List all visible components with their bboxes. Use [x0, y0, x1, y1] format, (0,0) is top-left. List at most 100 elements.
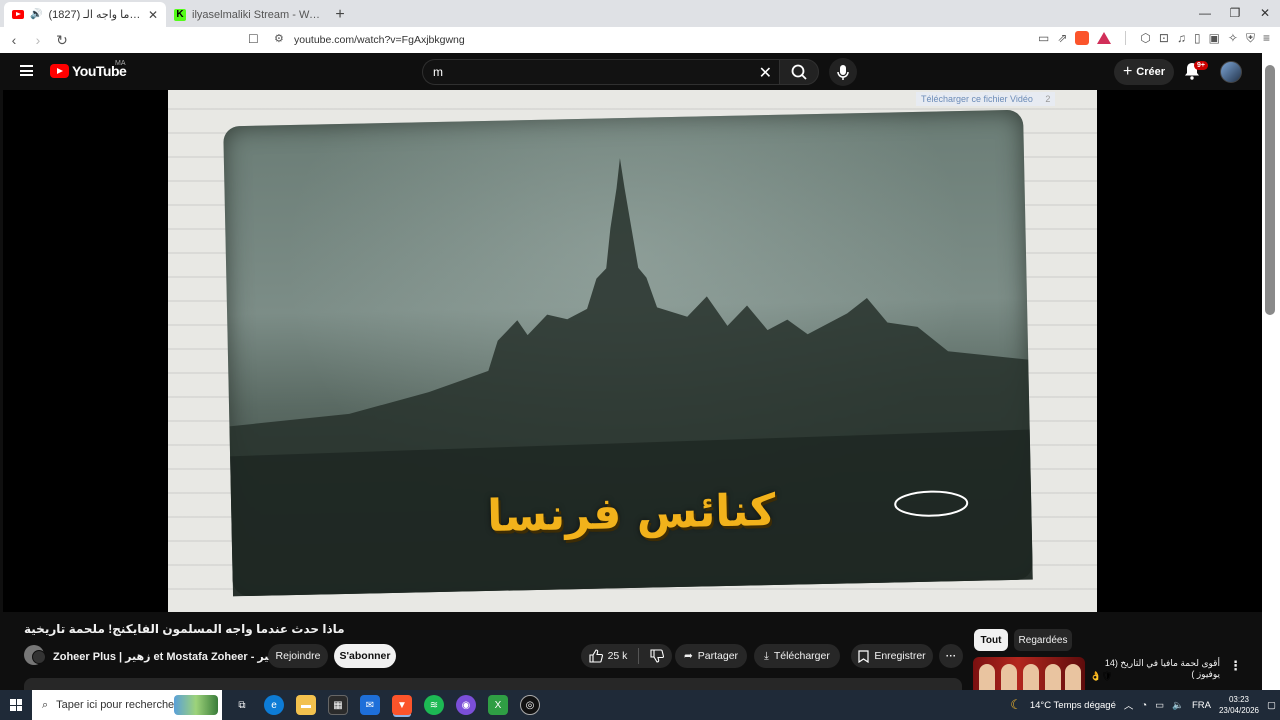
minimize-button[interactable]: —: [1190, 0, 1220, 27]
vintage-photo: كنائس فرنسا: [223, 109, 1033, 597]
join-button[interactable]: Rejoindre: [268, 644, 328, 668]
pinned-apps: ⧉ e ▬ ▦ ✉ ▼ ≋ ◉ X ◎: [232, 695, 540, 715]
collab-channel-avatar[interactable]: [32, 650, 46, 664]
extensions-icon[interactable]: ⬡: [1140, 31, 1150, 46]
close-tab-icon[interactable]: ✕: [148, 8, 158, 22]
thumbs-up-icon[interactable]: [589, 649, 603, 663]
reload-button[interactable]: ↻: [52, 32, 72, 49]
file-explorer-icon[interactable]: ▬: [296, 695, 316, 715]
taskbar-search-placeholder: Taper ici pour rechercher: [56, 699, 178, 711]
task-view-icon[interactable]: ⧉: [232, 695, 252, 715]
browser-tab-strip: 🔊 (1827) ماذا حدث عندما واجه الـ ✕ K ily…: [0, 0, 1280, 27]
thumbs-down-icon[interactable]: [650, 649, 665, 663]
sidebar-icon[interactable]: ▯: [1194, 31, 1201, 46]
chip-watched[interactable]: Regardées: [1014, 629, 1072, 651]
new-tab-button[interactable]: +: [328, 2, 352, 27]
url-field[interactable]: youtube.com/watch?v=FgAxjbkgwng: [294, 34, 465, 46]
divider: [638, 648, 640, 664]
menu-icon[interactable]: ≡: [1263, 31, 1270, 46]
audio-icon[interactable]: 🔊: [30, 9, 42, 20]
recommendation-menu-icon[interactable]: ⋮: [1229, 658, 1242, 674]
excel-icon[interactable]: X: [488, 695, 508, 715]
language-indicator[interactable]: FRA: [1192, 700, 1211, 711]
edge-icon[interactable]: e: [264, 695, 284, 715]
maximize-button[interactable]: ❐: [1220, 0, 1250, 27]
search-icon: [791, 64, 807, 80]
close-window-button[interactable]: ✕: [1250, 0, 1280, 27]
kick-icon: K: [174, 8, 186, 21]
download-video-hint[interactable]: Télécharger ce fichier Vidéo 2: [916, 92, 1056, 106]
create-button[interactable]: + Créer: [1114, 59, 1174, 85]
share-page-icon[interactable]: ⇗: [1057, 31, 1067, 46]
brave-shields-icon[interactable]: [1075, 31, 1090, 45]
share-button[interactable]: ➦ Partager: [675, 644, 747, 668]
tab-kick-stream[interactable]: K ilyaselmaliki Stream - Watch Live on: [166, 2, 328, 27]
windows-logo-icon: [10, 699, 22, 711]
search-box[interactable]: m ✕: [422, 59, 782, 85]
wifi-icon[interactable]: ◔: [1141, 700, 1147, 711]
brave-rewards-icon[interactable]: [1097, 32, 1112, 44]
page-scrollbar[interactable]: [1262, 53, 1280, 690]
video-info-area: ماذا حدث عندما واجه المسلمون الفايكنج! م…: [0, 612, 1262, 690]
scrollbar-thumb[interactable]: [1265, 65, 1275, 315]
save-button[interactable]: Enregistrer: [851, 644, 933, 668]
chip-all[interactable]: Tout: [974, 629, 1008, 651]
search-button[interactable]: [779, 59, 819, 85]
more-actions-button[interactable]: ···: [939, 644, 963, 668]
notification-center-icon[interactable]: ▢: [1267, 700, 1276, 711]
tab-youtube[interactable]: 🔊 (1827) ماذا حدث عندما واجه الـ ✕: [4, 2, 166, 27]
forward-button[interactable]: ›: [28, 32, 48, 48]
download-hint-count: 2: [1045, 94, 1051, 104]
save-label: Enregistrer: [874, 650, 926, 662]
description-box[interactable]: [24, 678, 962, 690]
video-player[interactable]: كنائس فرنسا Télécharger ce fichier Vidéo…: [3, 90, 1262, 612]
screenshot-icon[interactable]: ⊡: [1159, 31, 1169, 46]
back-button[interactable]: ‹: [4, 32, 24, 48]
like-dislike-group: 25 k: [581, 644, 672, 668]
start-button[interactable]: [0, 690, 32, 720]
recommended-video-emojis: 👌🛡: [1090, 671, 1113, 681]
share-label: Partager: [697, 650, 739, 662]
spotify-icon[interactable]: ≋: [424, 695, 444, 715]
youtube-header: YouTube MA m ✕ + Créer 9+: [0, 53, 1262, 90]
like-count[interactable]: 25 k: [608, 650, 628, 662]
search-highlight-image: [174, 695, 218, 715]
channel-name[interactable]: Zoheer Plus | زهير et Mostafa Zoheer - ز…: [53, 650, 283, 663]
tab-title: ilyaselmaliki Stream - Watch Live on: [192, 8, 320, 21]
ai-icon[interactable]: ✧: [1228, 31, 1238, 46]
brave-icon[interactable]: ▼: [392, 695, 412, 715]
bookmark-icon[interactable]: ☐: [248, 32, 259, 46]
avatar[interactable]: [1220, 61, 1242, 83]
hamburger-menu-icon[interactable]: [20, 65, 33, 76]
clock[interactable]: 03:23 23/04/2026: [1219, 694, 1259, 716]
store-icon[interactable]: ▦: [328, 695, 348, 715]
site-settings-icon[interactable]: ⚙: [274, 32, 284, 45]
tab-title: (1827) ماذا حدث عندما واجه الـ: [48, 9, 141, 21]
volume-icon[interactable]: 🔈: [1172, 700, 1184, 711]
clear-search-icon[interactable]: ✕: [759, 63, 772, 83]
battery-icon[interactable]: ▭: [1155, 700, 1164, 711]
subscribe-button[interactable]: S'abonner: [334, 644, 396, 668]
weather-label[interactable]: 14°C Temps dégagé: [1030, 700, 1116, 711]
music-icon[interactable]: ♫: [1177, 31, 1186, 46]
vpn-icon[interactable]: ⛨: [1246, 31, 1255, 46]
taskbar-search[interactable]: ⌕ Taper ici pour rechercher: [32, 690, 222, 720]
youtube-logo[interactable]: YouTube MA: [50, 60, 127, 79]
youtube-icon: [12, 10, 24, 19]
messenger-icon[interactable]: ◉: [456, 695, 476, 715]
browser-extensions: ▭ ⇗ ⬡ ⊡ ♫ ▯ ▣ ✧ ⛨ ≡: [1038, 31, 1270, 46]
video-title: ماذا حدث عندما واجه المسلمون الفايكنج! م…: [24, 622, 345, 636]
download-hint-label: Télécharger ce fichier Vidéo: [921, 94, 1033, 104]
voice-search-button[interactable]: [829, 58, 857, 86]
tray-overflow-icon[interactable]: ︿: [1124, 698, 1134, 712]
download-button[interactable]: ⤓ Télécharger: [754, 644, 840, 668]
share-icon: ➦: [683, 650, 693, 662]
download-icon: ⤓: [764, 649, 769, 662]
youtube-play-icon: [50, 64, 69, 78]
wallet-icon[interactable]: ▣: [1209, 31, 1220, 46]
recommended-video-thumbnail[interactable]: [973, 657, 1085, 690]
mail-icon[interactable]: ✉: [360, 695, 380, 715]
search-input[interactable]: m: [433, 65, 443, 79]
obs-icon[interactable]: ◎: [520, 695, 540, 715]
cast-icon[interactable]: ▭: [1038, 31, 1049, 46]
